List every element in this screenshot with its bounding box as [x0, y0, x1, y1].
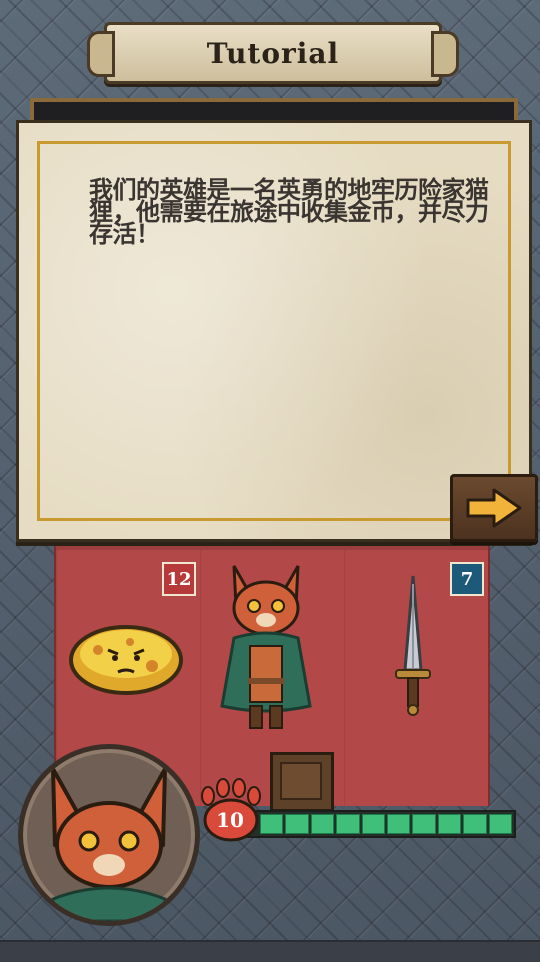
enemy-value-badge: 12 [162, 562, 196, 596]
health-segment [437, 814, 462, 834]
health-segment [387, 814, 411, 834]
bottom-ledge [0, 940, 540, 962]
dagger-icon[interactable] [390, 574, 436, 716]
cat-hero-icon[interactable] [210, 556, 322, 732]
inventory-slot[interactable] [270, 752, 334, 812]
health-segment [310, 814, 335, 834]
health-segment [463, 814, 487, 834]
health-segment [361, 814, 386, 834]
health-segment [336, 814, 360, 834]
cat-portrait-icon [51, 768, 167, 921]
title-banner: Tutorial [87, 22, 459, 84]
health-segment [285, 814, 309, 834]
health-value: 10 [216, 808, 244, 832]
health-bar [244, 810, 516, 838]
health-segment [412, 814, 436, 834]
weapon-value-badge: 7 [450, 562, 484, 596]
dialog-text: 我们的英雄是一名英勇的地牢历险家猫狸，他需要在旅途中收集金币，并尽力存活！ [89, 176, 489, 248]
health-segment [488, 814, 513, 834]
next-button[interactable] [450, 474, 538, 542]
page-title: Tutorial [206, 36, 340, 70]
cat-portrait [18, 744, 200, 926]
slime-icon[interactable] [68, 610, 184, 696]
arrow-right-icon [466, 488, 522, 528]
